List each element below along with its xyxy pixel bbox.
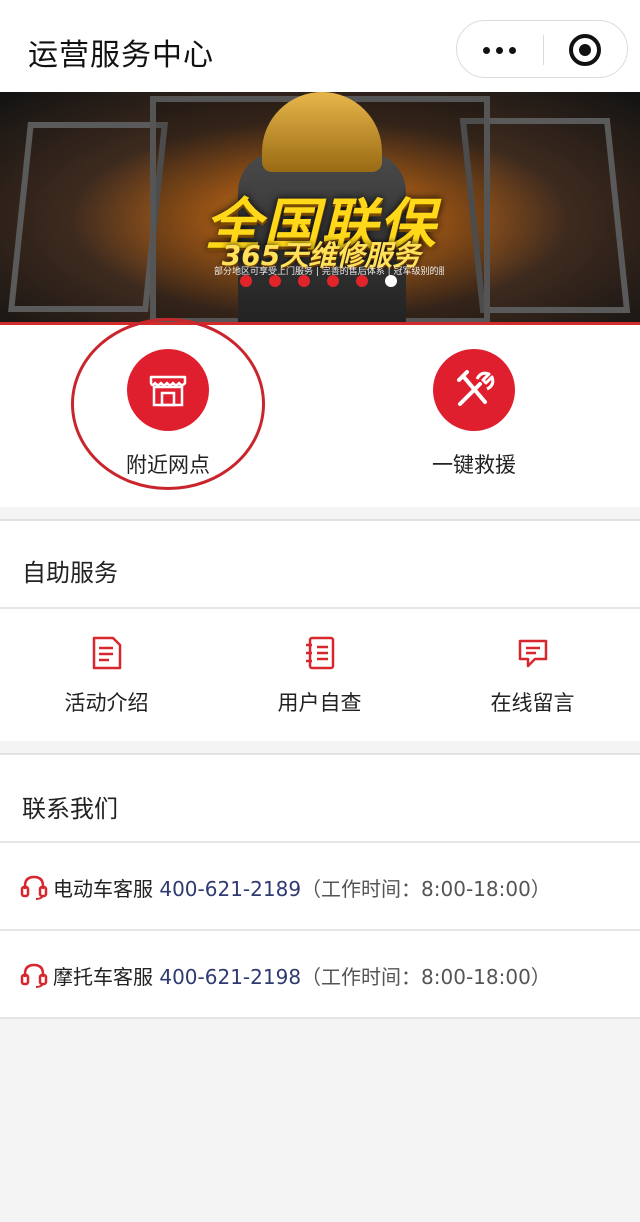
contact-hours: （工作时间：8:00-18:00）: [301, 965, 551, 989]
promo-banner[interactable]: 全国联保 365天维修服务 部分地区可享受上门服务 | 完善的售后体系 | 冠军…: [0, 92, 640, 324]
headset-icon: [20, 961, 48, 989]
contact-row-motorcycle[interactable]: 摩托车客服 400-621-2198（工作时间：8:00-18:00）: [0, 931, 640, 1017]
nav-bar: 运营服务中心: [0, 0, 640, 92]
user-self-check-button[interactable]: 用户自查: [213, 609, 426, 739]
carousel-indicator: [240, 273, 410, 289]
contact-phone[interactable]: 400-621-2198: [159, 965, 301, 989]
carousel-dot[interactable]: [269, 275, 281, 287]
contact-text: 摩托车客服 400-621-2198（工作时间：8:00-18:00）: [53, 961, 551, 990]
contact-title: 联系我们: [22, 795, 118, 823]
carousel-dot[interactable]: [240, 275, 252, 287]
capsule-divider: [543, 35, 544, 65]
activity-intro-button[interactable]: 活动介绍: [0, 609, 213, 739]
message-icon: [517, 635, 549, 671]
activity-intro-label: 活动介绍: [64, 691, 149, 715]
page-title: 运营服务中心: [28, 38, 214, 73]
contact-phone[interactable]: 400-621-2189: [159, 877, 301, 901]
self-service-title: 自助服务: [22, 559, 118, 587]
highlight-annotation-circle: [71, 318, 265, 490]
self-service-panel: 自助服务 活动介绍 用户自查 在线留言: [0, 521, 640, 741]
contact-name: 摩托车客服: [53, 965, 153, 989]
contact-text: 电动车客服 400-621-2189（工作时间：8:00-18:00）: [53, 873, 551, 902]
carousel-dot[interactable]: [356, 275, 368, 287]
document-icon: [91, 635, 123, 671]
online-message-button[interactable]: 在线留言: [426, 609, 639, 739]
tools-icon: [433, 349, 515, 431]
more-dots-icon[interactable]: [457, 21, 543, 79]
row-divider: [0, 1017, 640, 1019]
contact-panel: 联系我们 电动车客服 400-621-2189（工作时间：8:00-18:00）: [0, 755, 640, 1019]
banner-decor-frame: [8, 122, 168, 312]
user-self-check-label: 用户自查: [277, 691, 362, 715]
contact-hours: （工作时间：8:00-18:00）: [301, 877, 551, 901]
carousel-dot[interactable]: [385, 275, 397, 287]
headset-icon: [20, 873, 48, 901]
contact-name: 电动车客服: [53, 877, 153, 901]
one-click-rescue-button[interactable]: 一键救援: [374, 325, 574, 485]
miniprogram-capsule: [456, 20, 628, 78]
notebook-icon: [304, 635, 336, 671]
carousel-dot[interactable]: [298, 275, 310, 287]
contact-row-ebike[interactable]: 电动车客服 400-621-2189（工作时间：8:00-18:00）: [0, 843, 640, 929]
target-close-icon[interactable]: [569, 34, 601, 66]
online-message-label: 在线留言: [490, 691, 575, 715]
one-click-rescue-label: 一键救援: [432, 453, 516, 477]
carousel-dot[interactable]: [327, 275, 339, 287]
